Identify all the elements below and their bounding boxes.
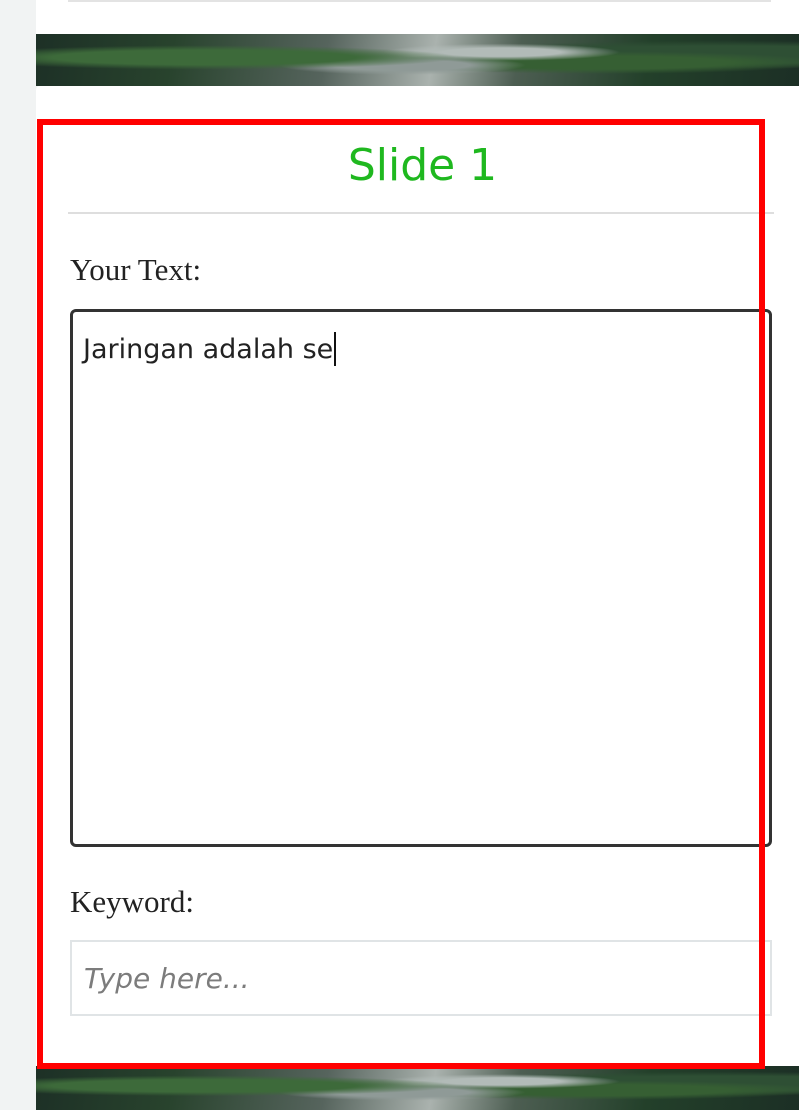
your-text-textarea[interactable]: Jaringan adalah se	[70, 309, 772, 847]
keyword-label: Keyword:	[70, 884, 194, 919]
background-image-strip-bottom	[36, 1066, 799, 1110]
your-text-label: Your Text:	[70, 252, 202, 287]
title-divider	[68, 212, 774, 214]
previous-card-divider	[68, 0, 771, 2]
keyword-placeholder: Type here...	[84, 961, 250, 995]
previous-card	[36, 0, 799, 34]
text-caret	[334, 332, 337, 366]
background-image-strip	[36, 34, 799, 86]
keyword-input[interactable]: Type here...	[70, 940, 772, 1016]
page-gutter	[0, 0, 36, 1110]
slide-title: Slide 1	[347, 140, 498, 191]
your-text-value: Jaringan adalah se	[83, 334, 334, 365]
